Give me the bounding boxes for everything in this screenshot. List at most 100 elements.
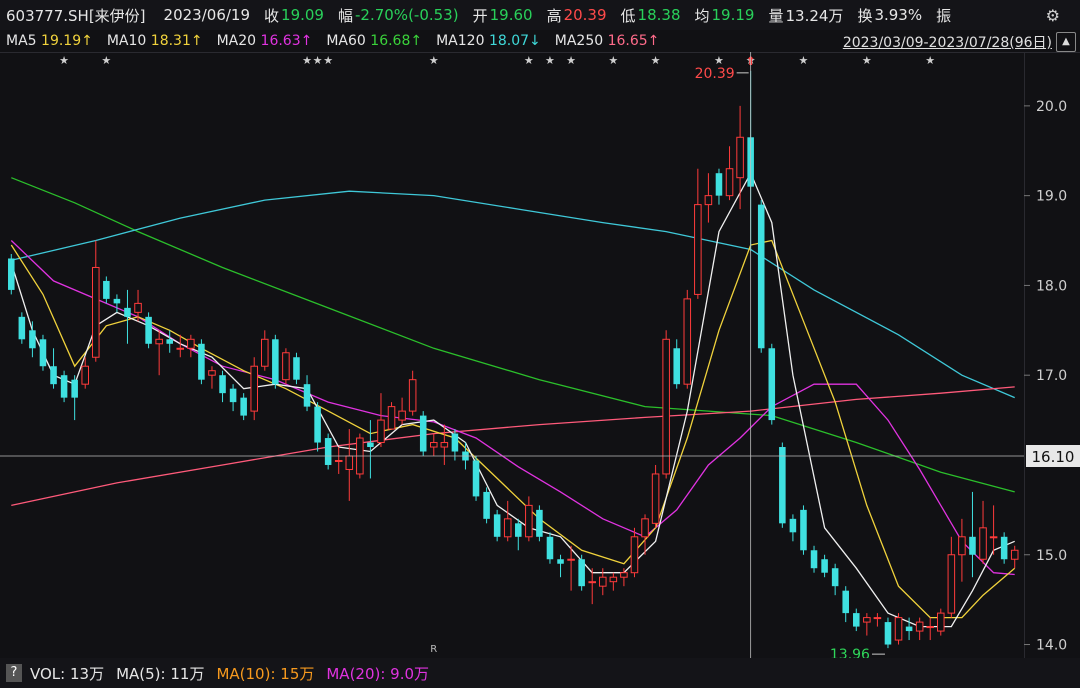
candle-body [187, 338, 195, 349]
y-tick-label: 20.0 [1036, 99, 1067, 115]
low-annotation: 13.96 [830, 647, 870, 658]
candle-body [810, 550, 818, 569]
candle-body [39, 339, 47, 367]
candle-body [261, 338, 269, 367]
ma250-legend[interactable]: MA250 16.65↑ [555, 33, 660, 49]
gear-icon[interactable]: ⚙ [1046, 6, 1060, 25]
candle-body [113, 298, 121, 304]
ma5-legend[interactable]: MA5 19.19↑ [6, 33, 93, 49]
quote-header: 603777.SH[来伊份] 2023/06/19 收 19.09 幅 -2.70%… [0, 0, 1080, 30]
candle-body [155, 338, 163, 345]
star-icon: ★ [429, 54, 439, 67]
candle-body [208, 370, 216, 376]
candle-body [800, 509, 807, 551]
close-label: 收 [264, 6, 280, 25]
ma10-legend[interactable]: MA10 18.31↑ [107, 33, 203, 49]
ma20-legend[interactable]: MA20 16.63↑ [217, 33, 313, 49]
candle-body [969, 536, 976, 555]
star-icon: ★ [524, 54, 534, 67]
candle-body [546, 536, 554, 560]
candle-body [873, 617, 882, 620]
ma120-legend[interactable]: MA120 18.07↓ [436, 33, 541, 49]
ma60-legend[interactable]: MA60 16.68↑ [326, 33, 422, 49]
candle-body [8, 258, 15, 290]
candle-body [219, 375, 226, 394]
candle-body [472, 460, 480, 497]
candle-body [662, 338, 670, 475]
ma20-line [10, 240, 1015, 576]
candle-body [18, 316, 26, 340]
candle-body [145, 316, 152, 344]
star-icon: ★ [799, 54, 809, 67]
date-label: 2023/06/19 [163, 6, 251, 24]
candle-body [958, 536, 966, 556]
vol-readout: VOL: 13万 [30, 664, 105, 683]
candle-body [673, 348, 680, 385]
star-icon: ★ [101, 54, 111, 67]
candle-body [451, 433, 459, 452]
candle-body [334, 459, 343, 462]
candle-body [282, 352, 290, 381]
candle-body [926, 626, 934, 629]
candle-body [387, 406, 396, 430]
range-toggle-icon[interactable]: ▲ [1056, 32, 1076, 52]
candle-body [853, 613, 860, 627]
candle-body [937, 612, 945, 632]
candle-body [493, 514, 501, 537]
y-tick-label: 19.0 [1036, 189, 1067, 205]
amp-label: 幅 [337, 6, 353, 25]
star-icon: ★ [608, 54, 618, 67]
candle-body [831, 568, 839, 587]
candle-body [324, 438, 332, 465]
candle-body [1000, 536, 1008, 560]
help-icon[interactable]: ? [6, 664, 22, 682]
star-icon: ★ [545, 54, 555, 67]
date-range-label[interactable]: 2023/03/09-2023/07/28(96日) [843, 32, 1052, 52]
candle-body [557, 559, 564, 564]
turn-label: 换 [857, 6, 873, 25]
candle-body [408, 379, 417, 412]
kline-chart[interactable]: 20.019.018.017.015.014.0 ★ ★ ★ ★ ★ ★ ★ ★ ★ ★ ★ ★ ★ ★ ★… [0, 52, 1080, 658]
candle-body [1010, 549, 1019, 560]
candle-body [588, 581, 596, 584]
candle-body [578, 559, 585, 587]
candle-body [71, 379, 78, 398]
y-tick-label: 18.0 [1036, 278, 1067, 294]
vol-value: 13.24万 [785, 6, 844, 25]
crosshair-price-label: 16.10 [1032, 448, 1075, 466]
candle-body [483, 491, 490, 519]
candle-body [768, 348, 776, 421]
candle-body [567, 558, 575, 561]
star-icon: ★ [925, 54, 935, 67]
candle-body [134, 302, 142, 313]
star-icon: ★ [862, 54, 872, 67]
symbol-label[interactable]: 603777.SH[来伊份] [6, 5, 146, 26]
candle-body [198, 343, 205, 380]
candle-body [821, 559, 828, 573]
high-label: 高 [546, 6, 562, 25]
y-tick-label: 15.0 [1036, 548, 1067, 564]
candle-body [736, 136, 744, 179]
candle-body [894, 617, 903, 641]
swing-label: 振 [936, 6, 952, 25]
ma120-line [11, 190, 1015, 399]
candle-body [229, 388, 237, 403]
low-label: 低 [620, 6, 636, 25]
candle-body [103, 280, 110, 299]
candle-body [599, 576, 607, 587]
star-icon: ★ [59, 54, 69, 67]
y-tick-label: 17.0 [1036, 368, 1067, 384]
vol-label: 量 [768, 6, 784, 25]
r-marker: R [430, 644, 437, 655]
candle-body [641, 518, 649, 538]
star-icon: ★ [302, 54, 312, 67]
candle-body [789, 518, 797, 533]
candle-body [50, 366, 57, 385]
candle-body [92, 266, 100, 358]
candle-body [704, 195, 713, 206]
candle-body [779, 447, 786, 524]
candle-body [367, 442, 374, 448]
high-annotation: 20.39 [695, 66, 735, 82]
candle-body [757, 204, 765, 349]
avg-label: 均 [694, 6, 710, 25]
